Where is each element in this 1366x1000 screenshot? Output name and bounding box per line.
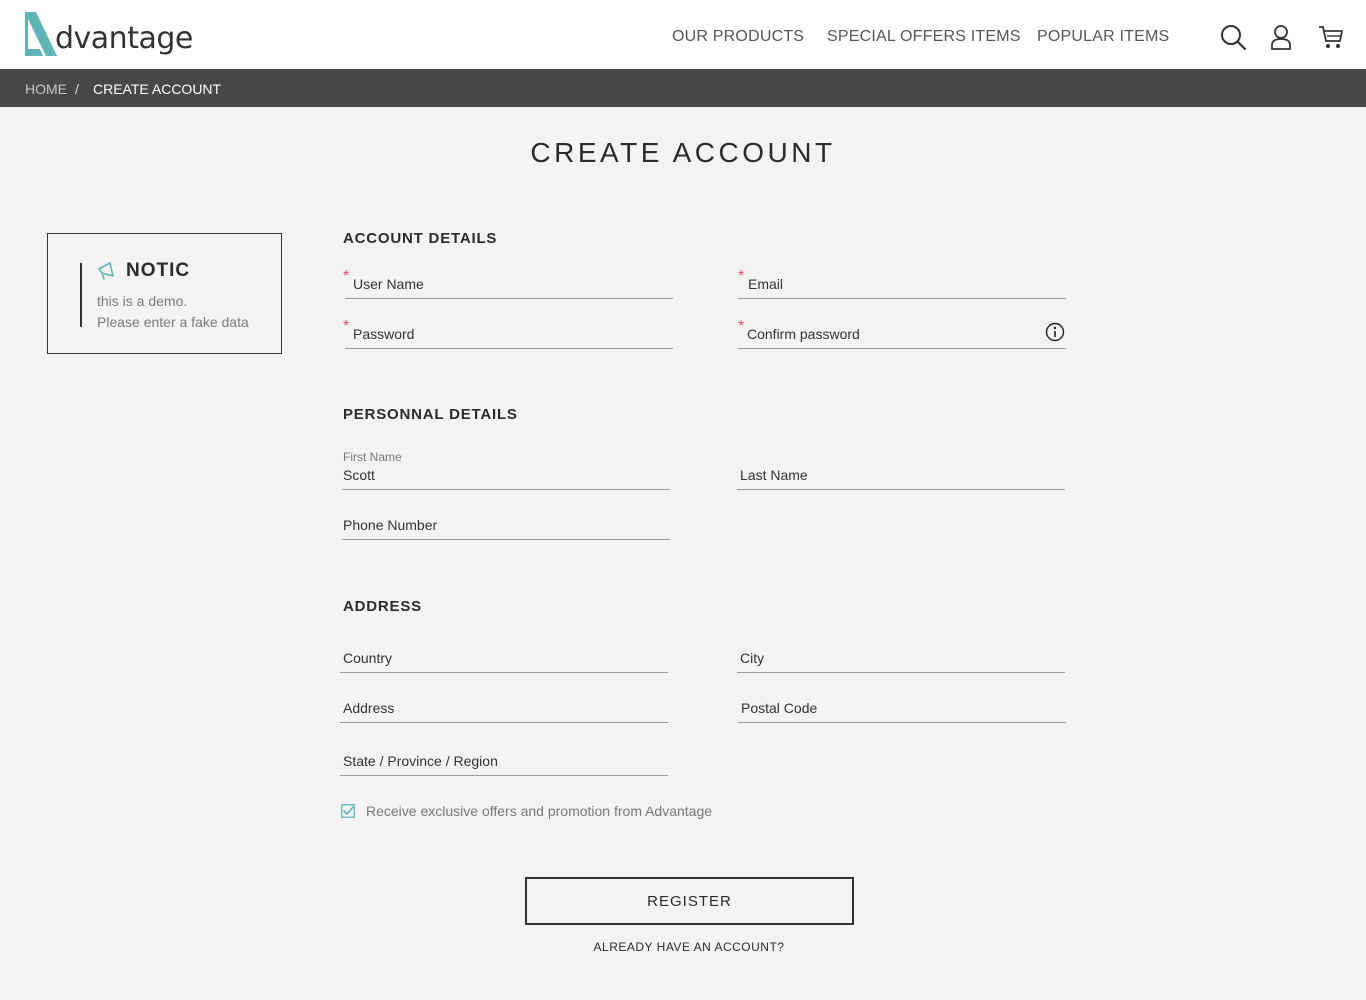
postal-code-label: Postal Code <box>741 700 818 716</box>
offers-checkbox-label[interactable]: Receive exclusive offers and promotion f… <box>366 803 712 819</box>
password-field[interactable]: * Password <box>343 318 673 349</box>
country-label: Country <box>343 650 393 666</box>
address-label: Address <box>343 700 395 716</box>
breadcrumb: HOME / CREATE ACCOUNT <box>0 69 1366 107</box>
state-field[interactable]: State / Province / Region <box>340 749 668 776</box>
email-label: Email <box>748 276 784 292</box>
city-label: City <box>740 650 765 666</box>
account-details-heading: ACCOUNT DETAILS <box>343 230 498 247</box>
address-heading: ADDRESS <box>343 598 422 615</box>
postal-code-field[interactable]: Postal Code <box>738 696 1066 723</box>
cart-icon[interactable] <box>1317 23 1345 51</box>
register-button[interactable]: REGISTER <box>525 877 854 925</box>
personal-details-heading: PERSONNAL DETAILS <box>343 406 518 423</box>
logo-text: dvantage <box>55 21 193 56</box>
megaphone-icon <box>98 262 114 280</box>
first-name-field[interactable]: First Name Scott <box>342 450 670 490</box>
advantage-logo[interactable]: dvantage <box>24 11 194 59</box>
notice-text: Please enter a fake data <box>97 314 249 330</box>
nav-special-offers[interactable]: SPECIAL OFFERS ITEMS <box>827 28 1021 46</box>
notice-text: this is a demo. <box>97 293 188 309</box>
notice-title: NOTIC <box>126 260 191 281</box>
nav-popular-items[interactable]: POPULAR ITEMS <box>1037 28 1169 46</box>
notice-box: NOTIC this is a demo. Please enter a fak… <box>47 233 282 354</box>
state-label: State / Province / Region <box>343 753 498 769</box>
confirm-password-label: Confirm password <box>747 326 860 342</box>
required-mark: * <box>343 268 350 285</box>
breadcrumb-separator: / <box>75 81 79 97</box>
user-icon[interactable] <box>1267 23 1295 51</box>
confirm-password-field[interactable]: * Confirm password <box>738 318 1066 349</box>
last-name-label: Last Name <box>740 467 808 483</box>
first-name-value: Scott <box>343 467 375 483</box>
notice-divider <box>80 263 82 327</box>
required-mark: * <box>738 268 745 285</box>
page-title: CREATE ACCOUNT <box>530 137 836 168</box>
user-name-field[interactable]: * User Name <box>343 268 673 299</box>
breadcrumb-home-link[interactable]: HOME <box>25 81 67 97</box>
info-icon[interactable] <box>1045 322 1065 342</box>
phone-number-field[interactable]: Phone Number <box>342 513 670 540</box>
logo-mark-icon <box>25 12 57 56</box>
country-select[interactable]: Country <box>340 646 668 673</box>
breadcrumb-current: CREATE ACCOUNT <box>93 81 222 97</box>
last-name-field[interactable]: Last Name <box>737 463 1065 490</box>
email-field[interactable]: * Email <box>738 268 1066 299</box>
address-field[interactable]: Address <box>340 696 668 723</box>
city-field[interactable]: City <box>737 646 1065 673</box>
nav-our-products[interactable]: OUR PRODUCTS <box>672 28 804 46</box>
offers-checkbox[interactable] <box>341 804 355 818</box>
first-name-label: First Name <box>343 450 402 464</box>
already-have-account-link[interactable]: ALREADY HAVE AN ACCOUNT? <box>0 940 1366 954</box>
phone-number-label: Phone Number <box>343 517 438 533</box>
required-mark: * <box>343 318 350 335</box>
user-name-label: User Name <box>353 276 424 292</box>
required-mark: * <box>738 318 745 335</box>
search-icon[interactable] <box>1219 23 1247 51</box>
password-label: Password <box>353 326 415 342</box>
site-header: dvantage OUR PRODUCTS SPECIAL OFFERS ITE… <box>0 0 1366 69</box>
